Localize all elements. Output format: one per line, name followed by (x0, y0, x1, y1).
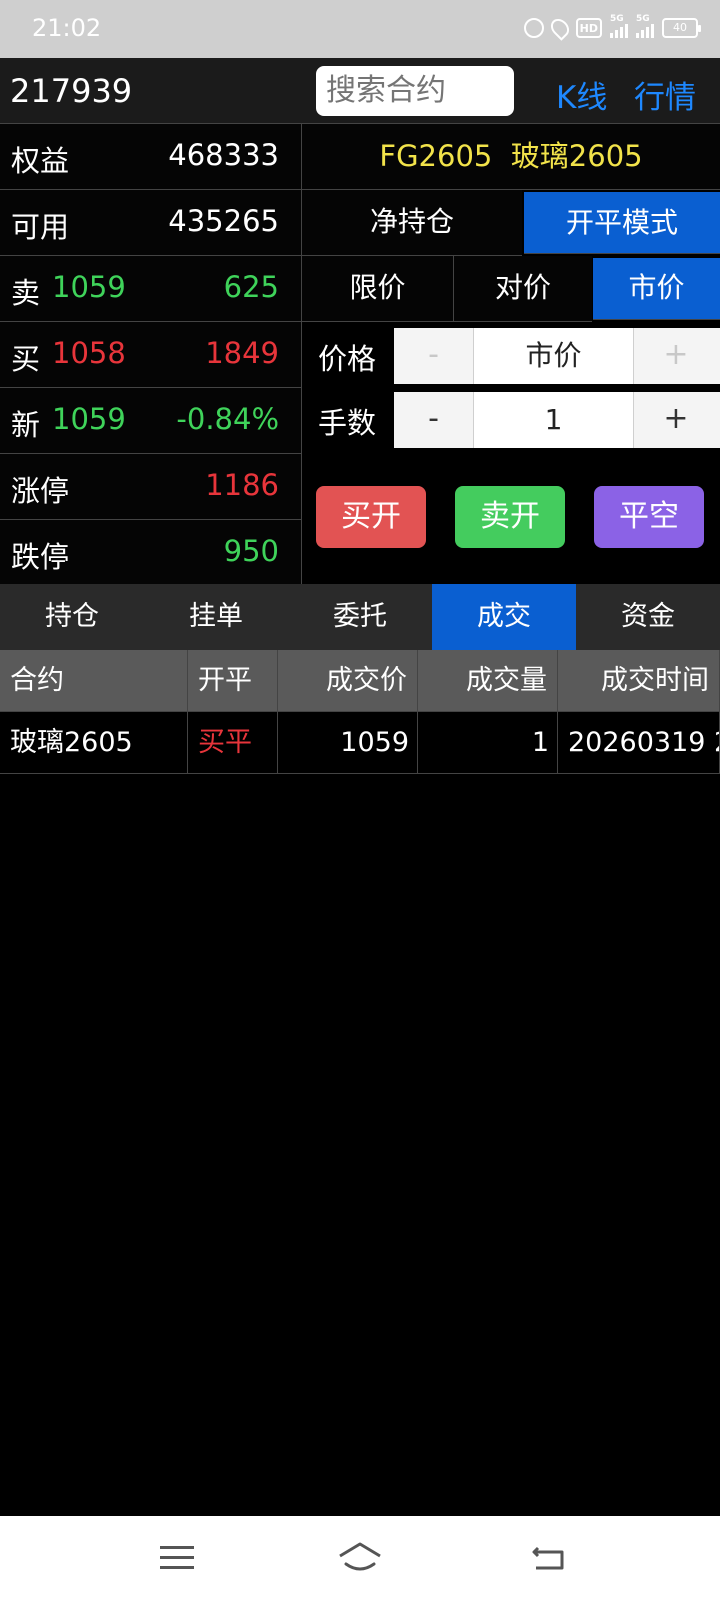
ask-row[interactable]: 卖 1059 625 (0, 256, 302, 322)
ask-label: 卖 (11, 276, 41, 310)
quantity-stepper: - 1 + (394, 392, 720, 448)
last-row[interactable]: 新 1059 -0.84% (0, 388, 302, 454)
column-header[interactable]: 开平 (188, 650, 278, 712)
status-bar: 21:02 HD 5G 5G 40 (0, 0, 720, 58)
quantity-minus-button[interactable]: - (394, 392, 474, 448)
signal-5g-icon: 5G (610, 14, 628, 38)
search-contract-input[interactable] (316, 66, 514, 116)
account-id: 217939 (10, 72, 133, 110)
contract-title[interactable]: FG2605 玻璃2605 (302, 124, 720, 190)
contract-code: FG2605 (379, 139, 493, 173)
battery-icon: 40 (662, 18, 701, 38)
tab-orders[interactable]: 委托 (288, 584, 432, 650)
price-stepper: - 市价 + (394, 328, 720, 384)
price-plus-button[interactable]: + (634, 328, 718, 384)
counter-price-tab[interactable]: 对价 (454, 256, 592, 322)
bottom-tabs: 持仓 挂单 委托 成交 资金 (0, 584, 720, 650)
net-position-mode-button[interactable]: 净持仓 (302, 190, 522, 256)
buy-open-button[interactable]: 买开 (316, 486, 426, 548)
quantity-row: 手数 - 1 + (302, 386, 720, 452)
price-row: 价格 - 市价 + (302, 322, 720, 388)
account-quote-panel: 权益 468333 可用 435265 卖 1059 625 买 1058 18… (0, 124, 302, 586)
trades-table: 合约 开平 成交价 成交量 成交时间 玻璃2605 买平 1059 1 2026… (0, 650, 720, 774)
ask-price: 1059 (52, 270, 126, 304)
limit-price-tab[interactable]: 限价 (302, 256, 454, 322)
back-icon[interactable] (530, 1540, 570, 1576)
limit-up-value: 1186 (205, 468, 279, 502)
column-header[interactable]: 合约 (0, 650, 188, 712)
top-header: 217939 K线 行情 (0, 58, 720, 124)
column-header[interactable]: 成交时间 (558, 650, 720, 712)
status-time: 21:02 (32, 14, 102, 42)
open-close-mode-button[interactable]: 开平模式 (524, 192, 720, 254)
tab-pending-orders[interactable]: 挂单 (144, 584, 288, 650)
quantity-label: 手数 (318, 406, 377, 440)
market-link[interactable]: 行情 (634, 72, 696, 117)
home-icon[interactable] (336, 1540, 381, 1576)
quantity-plus-button[interactable]: + (634, 392, 718, 448)
trade-volume: 1 (418, 712, 558, 774)
system-nav-bar (0, 1516, 720, 1600)
bid-price: 1058 (52, 336, 126, 370)
ask-volume: 625 (223, 270, 279, 304)
hd-icon: HD (575, 18, 602, 38)
limit-up-label: 涨停 (11, 474, 70, 508)
quantity-input[interactable]: 1 (474, 392, 634, 448)
column-header[interactable]: 成交量 (418, 650, 558, 712)
bid-label: 买 (11, 342, 41, 376)
kline-link[interactable]: K线 (556, 72, 607, 117)
table-header: 合约 开平 成交价 成交量 成交时间 (0, 650, 720, 712)
tab-trades[interactable]: 成交 (432, 584, 576, 650)
price-input[interactable]: 市价 (474, 328, 634, 384)
status-icons: HD 5G 5G 40 (523, 14, 701, 41)
equity-value: 468333 (168, 138, 279, 172)
bid-volume: 1849 (205, 336, 279, 370)
last-price: 1059 (52, 402, 126, 436)
bid-row[interactable]: 买 1058 1849 (0, 322, 302, 388)
table-row[interactable]: 玻璃2605 买平 1059 1 20260319 2 (0, 712, 720, 774)
alarm-icon (523, 16, 544, 40)
last-label: 新 (11, 408, 41, 442)
close-short-button[interactable]: 平空 (594, 486, 704, 548)
limit-down-value: 950 (223, 534, 279, 568)
contract-name: 玻璃2605 (510, 139, 643, 173)
limit-down-label: 跌停 (11, 540, 70, 574)
tab-funds[interactable]: 资金 (576, 584, 720, 650)
column-header[interactable]: 成交价 (278, 650, 418, 712)
available-row: 可用 435265 (0, 190, 302, 256)
available-value: 435265 (168, 204, 279, 238)
trade-open-close: 买平 (188, 712, 278, 774)
market-price-tab[interactable]: 市价 (593, 258, 720, 320)
price-label: 价格 (318, 342, 377, 376)
change-percent: -0.84% (176, 402, 279, 436)
limit-down-row: 跌停 950 (0, 520, 302, 586)
trade-time: 20260319 2 (558, 712, 720, 774)
trade-price: 1059 (278, 712, 418, 774)
signal-5g-icon: 5G (636, 14, 654, 38)
available-label: 可用 (11, 210, 70, 244)
price-minus-button[interactable]: - (394, 328, 474, 384)
limit-up-row: 涨停 1186 (0, 454, 302, 520)
location-icon (546, 15, 573, 41)
equity-label: 权益 (11, 144, 70, 178)
equity-row: 权益 468333 (0, 124, 302, 190)
sell-open-button[interactable]: 卖开 (455, 486, 565, 548)
trade-contract: 玻璃2605 (0, 712, 188, 774)
tab-positions[interactable]: 持仓 (0, 584, 144, 650)
menu-icon[interactable] (160, 1540, 200, 1576)
